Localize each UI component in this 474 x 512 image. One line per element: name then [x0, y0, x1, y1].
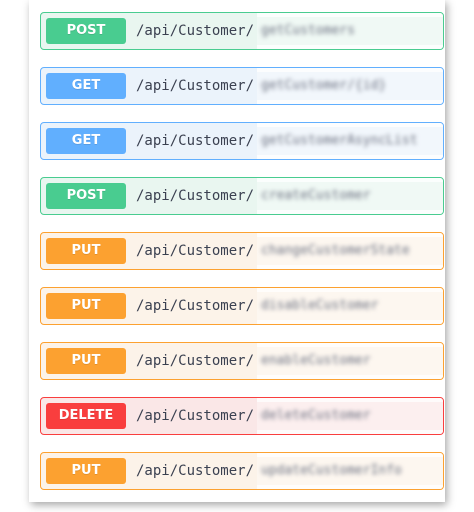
operation-path: /api/Customer/ — [136, 78, 255, 94]
obscured-path: updateCustomerInfo — [257, 453, 443, 489]
method-badge-get: GET — [46, 73, 126, 99]
operation-path: /api/Customer/ — [136, 408, 255, 424]
obscured-path: getCustomers — [257, 13, 443, 49]
operation-path: /api/Customer/ — [136, 23, 255, 39]
api-operations-panel: POST /api/Customer/ getCustomers GET /ap… — [29, 0, 445, 502]
operation-row-delete-1[interactable]: DELETE /api/Customer/ deleteCustomer — [40, 397, 444, 435]
operation-row-post-1[interactable]: POST /api/Customer/ getCustomers — [40, 12, 444, 50]
obscured-path: disableCustomer — [257, 288, 443, 324]
operation-row-get-2[interactable]: GET /api/Customer/ getCustomerAsyncList — [40, 122, 444, 160]
operation-row-post-2[interactable]: POST /api/Customer/ createCustomer — [40, 177, 444, 215]
obscured-path: getCustomer/{id} — [257, 68, 443, 104]
method-badge-delete: DELETE — [46, 403, 126, 429]
obscured-path: createCustomer — [257, 178, 443, 214]
method-badge-get: GET — [46, 128, 126, 154]
obscured-path: getCustomerAsyncList — [257, 123, 443, 159]
operation-row-put-3[interactable]: PUT /api/Customer/ enableCustomer — [40, 342, 444, 380]
method-badge-post: POST — [46, 183, 126, 209]
operation-row-put-1[interactable]: PUT /api/Customer/ changeCustomerState — [40, 232, 444, 270]
method-badge-put: PUT — [46, 293, 126, 319]
obscured-path: changeCustomerState — [257, 233, 443, 269]
operation-path: /api/Customer/ — [136, 463, 255, 479]
operation-path: /api/Customer/ — [136, 133, 255, 149]
operation-row-get-1[interactable]: GET /api/Customer/ getCustomer/{id} — [40, 67, 444, 105]
operation-path: /api/Customer/ — [136, 243, 255, 259]
obscured-path: enableCustomer — [257, 343, 443, 379]
method-badge-post: POST — [46, 18, 126, 44]
operation-row-put-2[interactable]: PUT /api/Customer/ disableCustomer — [40, 287, 444, 325]
method-badge-put: PUT — [46, 458, 126, 484]
obscured-path: deleteCustomer — [257, 398, 443, 434]
method-badge-put: PUT — [46, 238, 126, 264]
operation-path: /api/Customer/ — [136, 353, 255, 369]
method-badge-put: PUT — [46, 348, 126, 374]
operation-path: /api/Customer/ — [136, 188, 255, 204]
operation-row-put-4[interactable]: PUT /api/Customer/ updateCustomerInfo — [40, 452, 444, 490]
operation-path: /api/Customer/ — [136, 298, 255, 314]
